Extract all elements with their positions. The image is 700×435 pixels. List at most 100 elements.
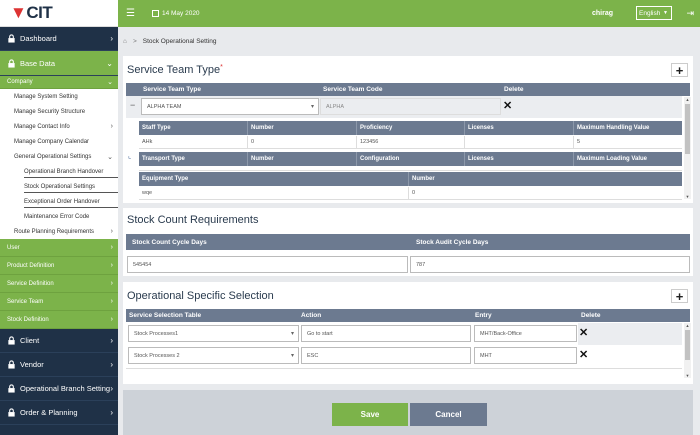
operational-selection-panel: Operational Specific Selection + Service… (123, 282, 693, 384)
scroll-thumb[interactable] (685, 330, 690, 360)
chevron-right-icon: › (110, 228, 113, 235)
sidebar-item-base-data[interactable]: Base Data ⌄ (0, 51, 118, 76)
lock-icon (8, 58, 15, 68)
delete-x-icon[interactable]: ✕ (503, 99, 512, 112)
operational-row: Stock Processes1 ▾ Go to start MHT/Back-O… (126, 323, 682, 345)
sidebar-label: Service Team (7, 298, 44, 305)
column-header: Transport Type (139, 152, 248, 166)
sidebar-item-stock-definition[interactable]: Stock Definition › (0, 311, 118, 329)
service-selection-table-select[interactable]: Stock Processes1 ▾ (128, 325, 299, 342)
sidebar-item-vendor[interactable]: Vendor › (0, 353, 118, 377)
sidebar-label: Manage Contact Info (14, 123, 70, 130)
service-team-table-header: Service Team Type Service Team Code Dele… (126, 83, 690, 96)
lock-icon (8, 384, 15, 393)
chevron-right-icon: › (110, 262, 113, 269)
username[interactable]: chirag (592, 10, 613, 17)
sidebar-item-operational-branch-handover[interactable]: Operational Branch Handover (0, 164, 118, 179)
caret-down-icon: ▾ (290, 353, 294, 359)
table-cell: 0 (248, 136, 357, 148)
save-button[interactable]: Save (332, 403, 408, 426)
scroll-thumb[interactable] (685, 104, 690, 154)
hamburger-menu-icon[interactable]: ☰ (126, 8, 135, 19)
stock-audit-cycle-days-input[interactable]: 787 (410, 256, 690, 273)
sidebar-item-manage-contact-info[interactable]: Manage Contact Info › (0, 119, 118, 134)
sidebar-item-exceptional-order-handover[interactable]: Exceptional Order Handover (0, 194, 118, 209)
sidebar-label: Manage Security Structure (14, 108, 86, 115)
column-header: Maximum Loading Value (577, 156, 648, 162)
sidebar-label: General Operational Settings (14, 153, 92, 160)
chevron-right-icon: › (110, 316, 113, 323)
language-select[interactable]: English ▼ (636, 6, 672, 20)
column-header: Staff Type (139, 121, 248, 135)
sidebar-label: Operational Branch Handover (24, 168, 104, 175)
entry-input[interactable]: MHT/Back-Office (474, 325, 577, 342)
expand-arrow-icon[interactable]: ⌞ (128, 152, 131, 160)
sidebar-item-order-planning[interactable]: Order & Planning › (0, 401, 118, 425)
entry-input[interactable]: MHT (474, 347, 577, 364)
delete-x-icon[interactable]: ✕ (579, 326, 588, 339)
stock-count-cycle-days-input[interactable]: 545454 (127, 256, 408, 273)
scrollbar[interactable]: ▲ ▼ (684, 323, 691, 378)
date-text: 14 May 2020 (161, 10, 200, 17)
cancel-button[interactable]: Cancel (410, 403, 487, 426)
sidebar-item-service-definition[interactable]: Service Definition › (0, 275, 118, 293)
lock-icon (8, 360, 15, 369)
sidebar-item-dashboard[interactable]: Dashboard › (0, 27, 118, 51)
chevron-right-icon: › (110, 336, 113, 345)
sidebar-label: Dashboard (20, 34, 57, 43)
sidebar-label: User (7, 244, 20, 251)
breadcrumb-current: Stock Operational Setting (142, 38, 217, 45)
sidebar-item-manage-company-calendar[interactable]: Manage Company Calendar (0, 134, 118, 149)
sidebar-item-service-team[interactable]: Service Team › (0, 293, 118, 311)
sidebar: ▼CIT Dashboard › Base Data ⌄ Company ⌄ M… (0, 0, 118, 435)
sidebar-item-operational-branch-setting[interactable]: Operational Branch Setting › (0, 377, 118, 401)
delete-x-icon[interactable]: ✕ (579, 348, 588, 361)
service-selection-table-select[interactable]: Stock Processes 2 ▾ (128, 347, 299, 364)
scroll-up-icon[interactable]: ▲ (684, 323, 691, 328)
column-header: Configuration (357, 152, 465, 166)
column-header: Service Selection Table (129, 312, 202, 319)
collapse-icon[interactable]: − (130, 100, 135, 110)
service-team-type-select[interactable]: ALPHA TEAM ▾ (141, 98, 319, 115)
add-operational-selection-button[interactable]: + (671, 289, 688, 303)
add-service-team-button[interactable]: + (671, 63, 688, 77)
home-icon[interactable]: ⌂ (123, 38, 127, 45)
scroll-up-icon[interactable]: ▲ (684, 97, 691, 102)
stock-count-row: 545454 787 (123, 256, 693, 276)
staff-table-header: Staff Type Number Proficiency Licenses M… (139, 121, 682, 135)
sidebar-item-client[interactable]: Client › (0, 329, 118, 353)
service-team-code-field[interactable]: ALPHA (320, 98, 501, 115)
scrollbar[interactable]: ▲ ▼ (684, 97, 691, 199)
scroll-down-icon[interactable]: ▼ (684, 194, 691, 199)
chevron-right-icon: › (110, 34, 113, 43)
transport-table-header: Transport Type Number Configuration Lice… (139, 152, 682, 166)
sidebar-item-company[interactable]: Company ⌄ (0, 76, 118, 89)
transport-row (139, 166, 682, 171)
calendar-icon (151, 10, 159, 17)
equipment-row: wqe 0 (139, 187, 682, 200)
sidebar-item-manage-security-structure[interactable]: Manage Security Structure (0, 104, 118, 119)
action-input[interactable]: Go to start (301, 325, 471, 342)
sidebar-item-route-planning-requirements[interactable]: Route Planning Requirements › (0, 224, 118, 239)
lock-icon (8, 336, 15, 345)
sidebar-label: Stock Operational Settings (24, 183, 96, 190)
logout-icon[interactable]: ⇥ (686, 8, 694, 19)
action-input[interactable]: ESC (301, 347, 471, 364)
chevron-down-icon: ⌄ (107, 153, 113, 161)
caret-down-icon: ▼ (663, 10, 668, 16)
sidebar-item-manage-system-setting[interactable]: Manage System Setting (0, 89, 118, 104)
logo[interactable]: ▼CIT (0, 0, 118, 27)
sidebar-item-maintenance-error-code[interactable]: Maintenance Error Code (0, 209, 118, 224)
chevron-down-icon: ⌄ (106, 58, 113, 68)
sidebar-item-product-definition[interactable]: Product Definition › (0, 257, 118, 275)
sidebar-label: Operational Branch Setting (20, 384, 111, 393)
operational-row: Stock Processes 2 ▾ ESC MHT ✕ (126, 345, 682, 367)
chevron-right-icon: › (110, 298, 113, 305)
chevron-right-icon: › (110, 408, 113, 417)
scroll-down-icon[interactable]: ▼ (684, 373, 691, 378)
sidebar-item-user[interactable]: User › (0, 239, 118, 257)
sidebar-item-general-operational-settings[interactable]: General Operational Settings ⌄ (0, 149, 118, 164)
caret-down-icon: ▾ (290, 331, 294, 337)
sidebar-item-stock-operational-settings[interactable]: Stock Operational Settings (0, 179, 118, 194)
column-header: Stock Count Cycle Days (132, 238, 207, 246)
